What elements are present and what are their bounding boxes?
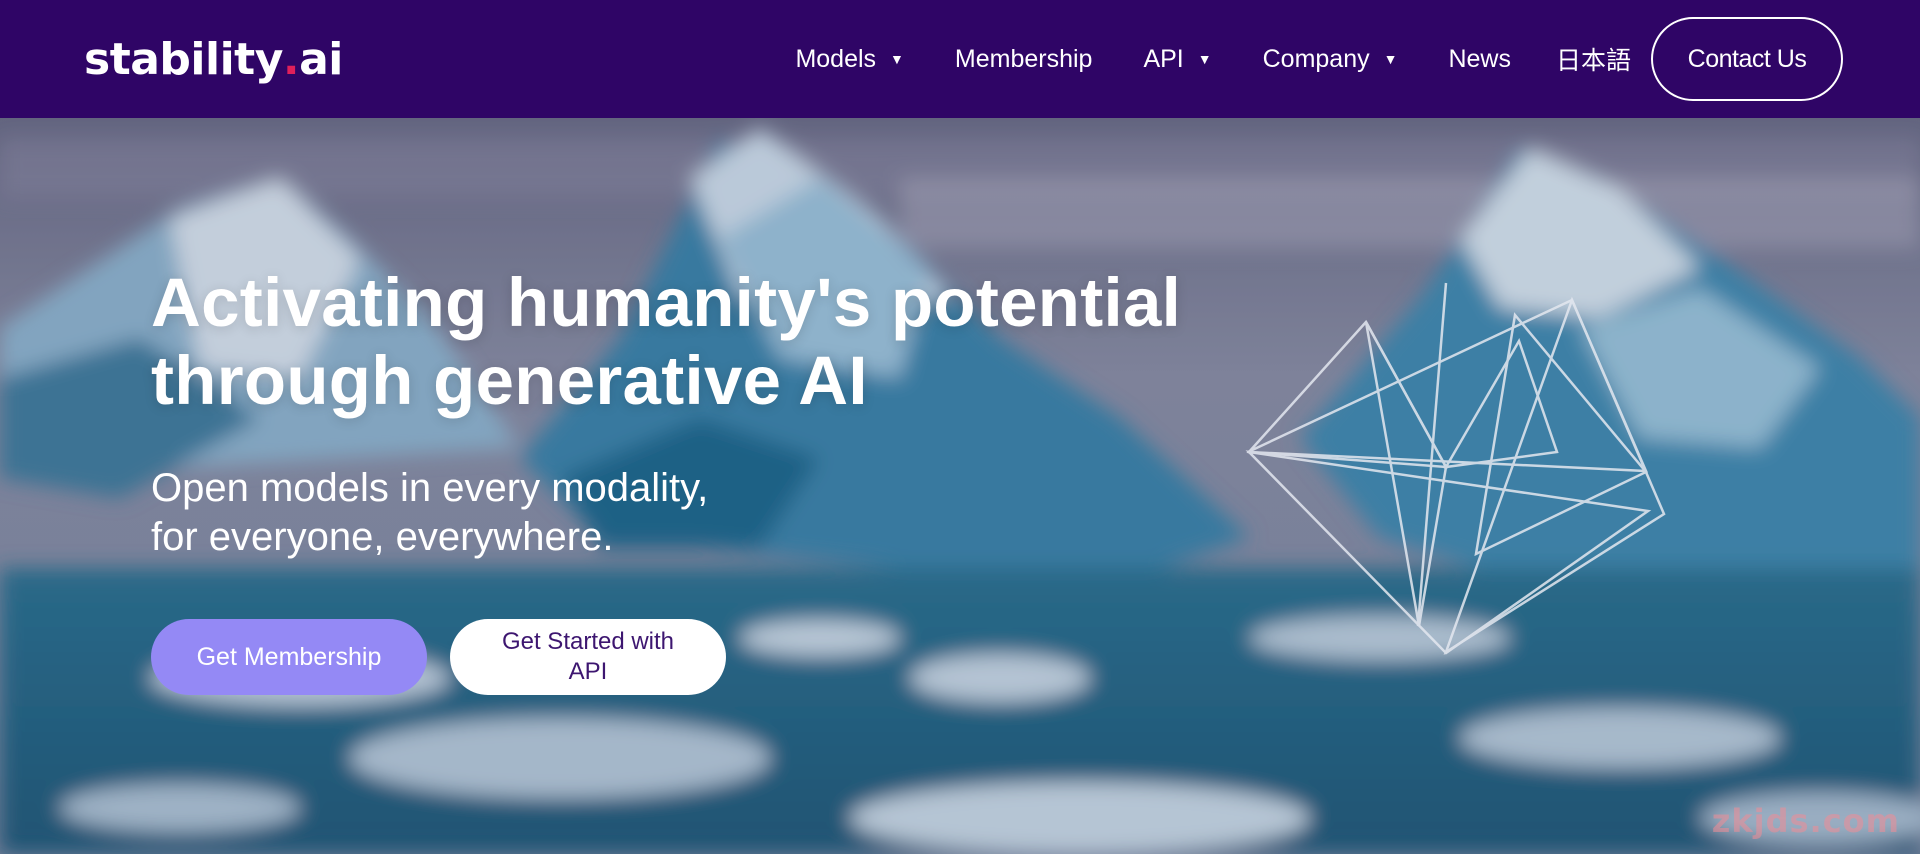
caret-down-icon: ▼ bbox=[1383, 51, 1398, 67]
nav-item-news[interactable]: News bbox=[1448, 45, 1511, 74]
subhead-line-2: for everyone, everywhere. bbox=[151, 515, 614, 559]
get-started-api-button[interactable]: Get Started with API bbox=[450, 619, 726, 695]
nav-item-label: News bbox=[1448, 44, 1511, 73]
logo-dot: . bbox=[282, 33, 300, 85]
nav-item-label: Models bbox=[795, 44, 877, 73]
nav-item-models[interactable]: Models ▼ bbox=[795, 45, 903, 74]
language-label: 日本語 bbox=[1555, 47, 1631, 75]
main-nav: Models ▼ Membership API ▼ Company ▼ News… bbox=[795, 17, 1843, 101]
hero-content: Activating humanity's potential through … bbox=[151, 264, 1301, 695]
subhead-line-1: Open models in every modality, bbox=[151, 466, 709, 510]
nav-item-membership[interactable]: Membership bbox=[955, 45, 1093, 74]
nav-item-label: Membership bbox=[954, 44, 1093, 73]
caret-down-icon: ▼ bbox=[1197, 51, 1212, 67]
nav-item-label: API bbox=[1143, 44, 1184, 73]
stability-ai-logo[interactable]: stability. ai bbox=[84, 34, 343, 85]
headline-line-2: through generative AI bbox=[151, 342, 868, 419]
nav-item-api[interactable]: API ▼ bbox=[1143, 45, 1211, 74]
hero-section: Activating humanity's potential through … bbox=[0, 118, 1920, 854]
caret-down-icon: ▼ bbox=[890, 51, 904, 67]
contact-us-button[interactable]: Contact Us bbox=[1651, 17, 1843, 101]
hero-headline: Activating humanity's potential through … bbox=[151, 264, 1301, 420]
watermark-text: zkjds.com bbox=[1711, 802, 1900, 840]
get-membership-button[interactable]: Get Membership bbox=[151, 619, 427, 695]
logo-text-suffix: ai bbox=[299, 33, 343, 85]
headline-line-1: Activating humanity's potential bbox=[151, 264, 1182, 341]
hero-subheading: Open models in every modality, for every… bbox=[151, 464, 1301, 562]
nav-item-company[interactable]: Company ▼ bbox=[1263, 45, 1398, 74]
nav-item-label: Company bbox=[1262, 44, 1370, 73]
language-switch-link[interactable]: 日本語 bbox=[1556, 41, 1631, 77]
cta-button-row: Get Membership Get Started with API bbox=[151, 619, 1301, 695]
top-navbar: stability. ai Models ▼ Membership API ▼ C… bbox=[0, 0, 1920, 118]
logo-text-main: stability bbox=[84, 33, 283, 85]
